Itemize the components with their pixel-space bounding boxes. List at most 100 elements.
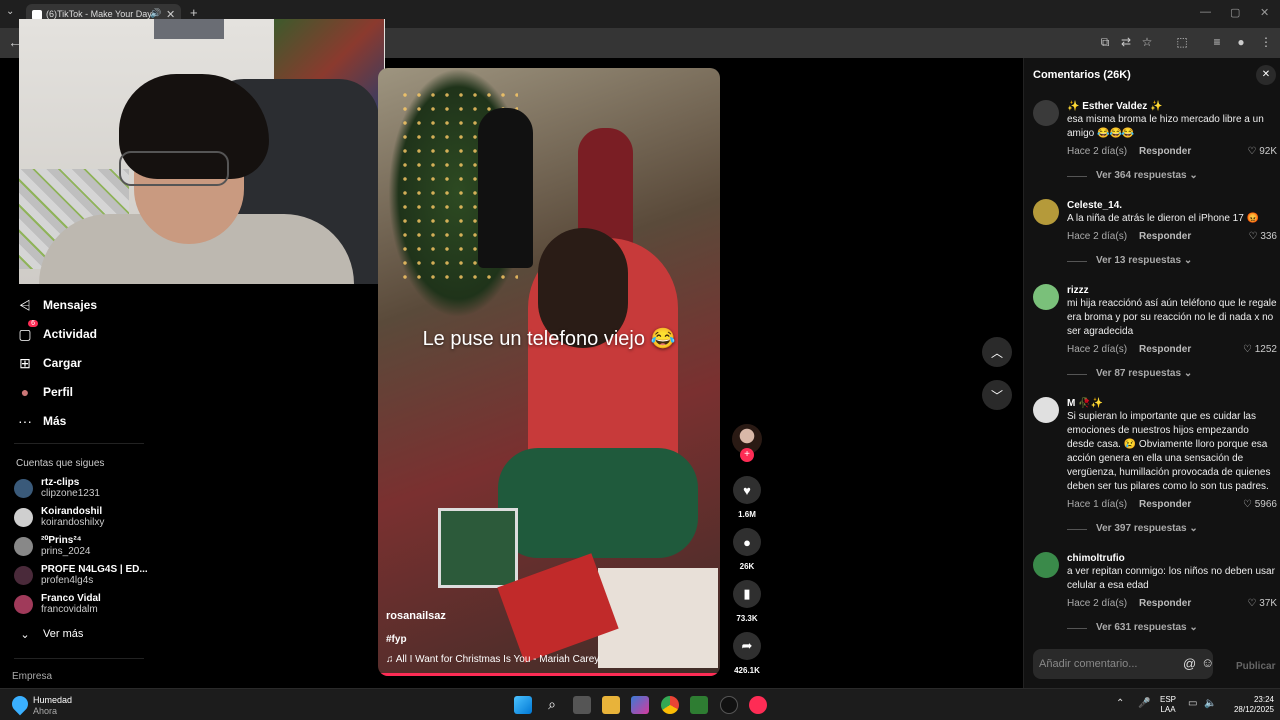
like-button[interactable]: ♥ 1.6M xyxy=(728,476,766,519)
following-item[interactable]: Koirandoshil koirandoshilxy xyxy=(14,503,104,531)
view-replies-label: Ver 631 respuestas ⌄ xyxy=(1096,622,1198,633)
divider xyxy=(1067,261,1087,262)
save-button[interactable]: ▮ 73.3K xyxy=(728,580,766,623)
view-replies-button[interactable]: Ver 397 respuestas ⌄ xyxy=(1067,522,1277,538)
close-window-icon[interactable]: ✕ xyxy=(1260,6,1269,19)
search-icon[interactable]: ⌕ xyxy=(543,696,561,714)
speaker-icon[interactable]: 🔊 xyxy=(150,8,161,19)
humidity-icon[interactable] xyxy=(8,692,32,716)
nav-item-messages[interactable]: ⩤ Mensajes xyxy=(16,294,97,316)
comment-user[interactable]: ✨ Esther Valdez ✨ xyxy=(1067,100,1277,113)
reply-button[interactable]: Responder xyxy=(1139,598,1191,609)
company-link[interactable]: Empresa xyxy=(12,671,52,682)
comment-user[interactable]: M 🥀✨ xyxy=(1067,397,1277,410)
heart-icon: ♡ xyxy=(1247,598,1260,609)
comment-like-button[interactable]: ♡ 92K xyxy=(1247,146,1277,157)
minimize-icon[interactable]: — xyxy=(1200,6,1211,18)
see-more-button[interactable]: ⌄ Ver más xyxy=(16,623,83,645)
video-progress-bar[interactable] xyxy=(378,673,720,676)
nav-item-profile[interactable]: ● Perfil xyxy=(16,381,73,403)
new-tab-button[interactable]: + xyxy=(190,5,198,20)
browser-menu-icon[interactable]: ⋮ xyxy=(1258,35,1274,49)
share-button[interactable]: ➦ 426.1K xyxy=(728,632,766,675)
clock[interactable]: 23:24 28/12/2025 xyxy=(1222,695,1274,715)
date: 28/12/2025 xyxy=(1233,705,1274,714)
mention-icon[interactable]: @ xyxy=(1183,656,1196,671)
following-name: PROFE N4LG4S | ED... xyxy=(41,564,148,575)
follow-plus-icon[interactable]: + xyxy=(740,448,754,462)
weather-subtitle: Ahora xyxy=(33,706,58,716)
following-item[interactable]: ²⁰Prins²⁴ prins_2024 xyxy=(14,532,90,560)
translate-icon[interactable]: ⇄ xyxy=(1118,35,1134,49)
view-replies-button[interactable]: Ver 364 respuestas ⌄ xyxy=(1067,169,1277,185)
following-item[interactable]: rtz-clips clipzone1231 xyxy=(14,474,100,502)
reading-list-icon[interactable]: ≡ xyxy=(1209,35,1225,49)
avatar[interactable] xyxy=(1033,100,1059,126)
comment-text: esa misma broma le hizo mercado libre a … xyxy=(1067,114,1264,139)
comment-date: Hace 1 día(s) xyxy=(1067,499,1128,510)
star-icon[interactable]: ☆ xyxy=(1139,35,1155,49)
tiktok-app-icon[interactable] xyxy=(720,696,738,714)
windows-start-icon[interactable] xyxy=(514,696,532,714)
copilot-icon[interactable] xyxy=(631,696,649,714)
view-replies-button[interactable]: Ver 631 respuestas ⌄ xyxy=(1067,621,1277,637)
tab-menu-icon[interactable]: ⌄ xyxy=(6,6,14,17)
reply-button[interactable]: Responder xyxy=(1139,231,1191,242)
avatar[interactable] xyxy=(1033,397,1059,423)
comment-like-button[interactable]: ♡ 5966 xyxy=(1243,499,1277,510)
following-username: prins_2024 xyxy=(41,546,91,557)
network-icon[interactable]: ▭ xyxy=(1188,698,1197,709)
profile-avatar-icon[interactable]: ● xyxy=(1233,35,1249,49)
xbox-icon[interactable] xyxy=(690,696,708,714)
comment-button[interactable]: ● 26K xyxy=(728,528,766,571)
previous-video-button[interactable]: ︿ xyxy=(982,337,1012,367)
comment-input[interactable] xyxy=(1033,649,1173,679)
nav-item-upload[interactable]: ⊞ Cargar xyxy=(16,352,82,374)
reply-button[interactable]: Responder xyxy=(1139,344,1191,355)
comment-like-count: 5966 xyxy=(1254,499,1277,510)
nav-item-activity[interactable]: ▢ 6 Actividad xyxy=(16,320,97,345)
nav-item-more[interactable]: ··· Más xyxy=(16,410,66,432)
cast-icon[interactable]: ⧉ xyxy=(1097,35,1113,50)
chevron-up-icon[interactable]: ⌃ xyxy=(1116,698,1124,709)
media-player-icon[interactable] xyxy=(749,696,767,714)
volume-icon[interactable]: 🔈 xyxy=(1204,698,1216,709)
video-caption: Le puse un telefono viejo 😂 xyxy=(422,328,676,350)
comment-user[interactable]: Celeste_14. xyxy=(1067,199,1277,212)
comment-user[interactable]: chimoltrufio xyxy=(1067,552,1277,565)
avatar[interactable] xyxy=(1033,284,1059,310)
author-avatar-button[interactable]: + xyxy=(728,424,766,462)
weather-title[interactable]: Humedad xyxy=(33,695,72,705)
video-music[interactable]: ♫ All I Want for Christmas Is You - Mari… xyxy=(386,654,599,665)
next-video-button[interactable]: ﹀ xyxy=(982,380,1012,410)
share-icon: ➦ xyxy=(733,632,761,660)
avatar[interactable] xyxy=(1033,552,1059,578)
avatar[interactable] xyxy=(1033,199,1059,225)
reply-button[interactable]: Responder xyxy=(1139,499,1191,510)
chrome-icon[interactable] xyxy=(661,696,679,714)
comment-date: Hace 2 día(s) xyxy=(1067,231,1128,242)
comment-like-count: 1252 xyxy=(1254,344,1277,355)
view-replies-button[interactable]: Ver 87 respuestas ⌄ xyxy=(1067,367,1277,383)
comment-user[interactable]: rizzz xyxy=(1067,284,1277,297)
file-explorer-icon[interactable] xyxy=(602,696,620,714)
video-hashtag[interactable]: #fyp xyxy=(386,634,407,645)
girl-pants xyxy=(498,448,698,558)
comment-like-button[interactable]: ♡ 1252 xyxy=(1243,344,1277,355)
extensions-icon[interactable]: ⬚ xyxy=(1174,35,1190,49)
reply-button[interactable]: Responder xyxy=(1139,146,1191,157)
microphone-icon[interactable]: 🎤 xyxy=(1138,698,1150,709)
language-indicator[interactable]: ESP LAA xyxy=(1160,695,1176,715)
comment-like-button[interactable]: ♡ 336 xyxy=(1249,231,1277,242)
maximize-icon[interactable]: ▢ xyxy=(1230,6,1240,19)
video-author[interactable]: rosanailsaz xyxy=(386,610,446,622)
task-view-icon[interactable] xyxy=(573,696,591,714)
publish-button[interactable]: Publicar xyxy=(1236,661,1275,672)
comment-like-button[interactable]: ♡ 37K xyxy=(1247,598,1277,609)
following-item[interactable]: Franco Vidal francovidalm xyxy=(14,590,101,618)
video-player[interactable]: Le puse un telefono viejo 😂 rosanailsaz … xyxy=(378,68,720,676)
close-comments-icon[interactable]: ✕ xyxy=(1256,65,1276,85)
following-item[interactable]: PROFE N4LG4S | ED... profen4lg4s xyxy=(14,561,148,589)
emoji-icon[interactable]: ☺ xyxy=(1201,655,1214,670)
view-replies-button[interactable]: Ver 13 respuestas ⌄ xyxy=(1067,254,1277,270)
